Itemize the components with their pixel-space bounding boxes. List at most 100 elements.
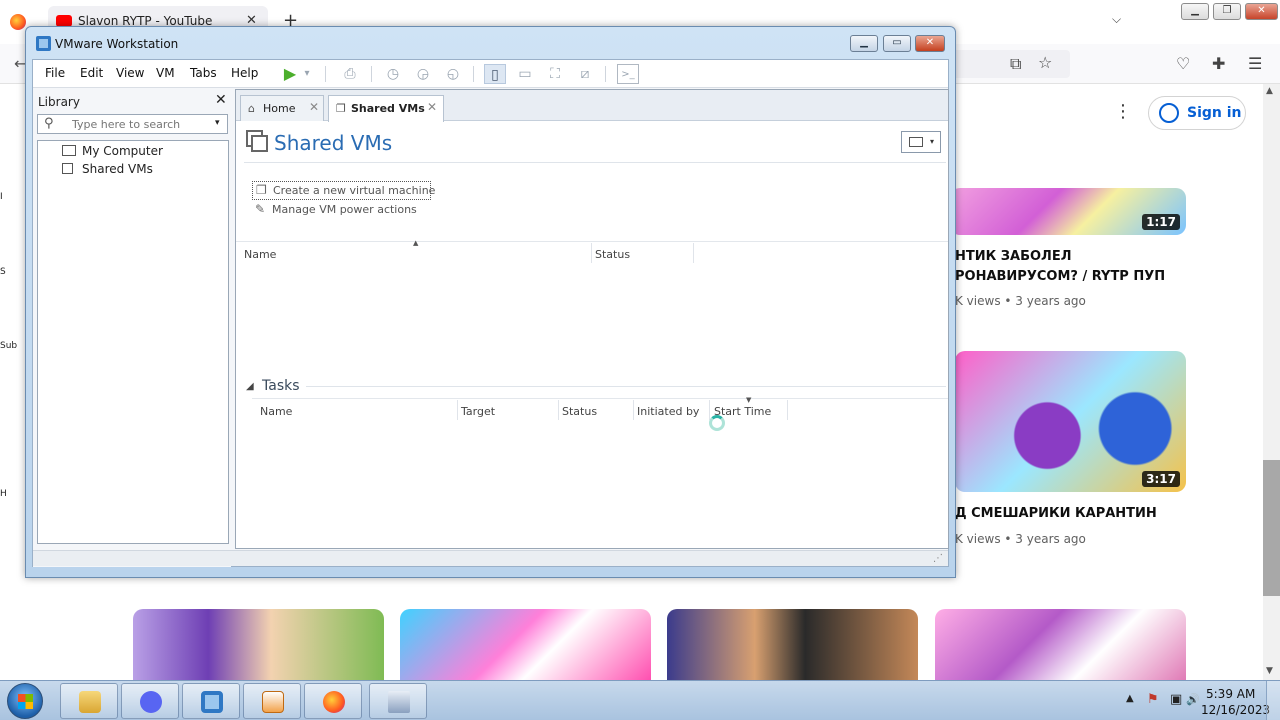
console-view-icon[interactable]: >_ <box>617 64 639 84</box>
video-thumbnail[interactable] <box>400 609 651 680</box>
manage-power-actions-link[interactable]: ✎ Manage VM power actions <box>252 201 431 220</box>
column-separator[interactable] <box>591 243 592 263</box>
chevron-down-icon: ▾ <box>930 137 935 146</box>
video-thumbnail[interactable]: 1:17 <box>950 188 1186 235</box>
pocket-icon[interactable]: ♡ <box>1176 54 1190 73</box>
menu-vm[interactable]: VM <box>156 66 175 80</box>
column-separator[interactable] <box>633 400 634 420</box>
page-scrollbar-thumb[interactable] <box>1263 460 1280 596</box>
tab-strip: ⌂ Home ✕ ❐ Shared VMs ✕ <box>236 90 948 122</box>
send-ctrl-alt-del-icon[interactable]: ⎙ <box>339 64 361 84</box>
power-on-icon[interactable]: ▶ <box>279 64 301 84</box>
network-icon[interactable]: ▣ <box>1170 693 1185 707</box>
task-col-status[interactable]: Status <box>562 405 597 418</box>
column-separator[interactable] <box>787 400 788 420</box>
menu-help[interactable]: Help <box>231 66 258 80</box>
menu-view[interactable]: View <box>116 66 144 80</box>
task-col-initiated-by[interactable]: Initiated by <box>637 405 699 418</box>
video-meta: K views • 3 years ago <box>955 532 1086 546</box>
minimize-button[interactable]: ▁ <box>850 35 878 52</box>
collapse-triangle-icon[interactable]: ◢ <box>246 381 254 392</box>
close-tab-icon[interactable]: ✕ <box>309 100 319 114</box>
library-search-input[interactable] <box>72 117 210 132</box>
taskbar-vmware[interactable] <box>182 683 240 719</box>
extensions-icon[interactable]: ✚ <box>1212 54 1225 73</box>
scroll-up-icon[interactable]: ▲ <box>1266 86 1273 96</box>
video-thumbnail[interactable]: 3:17 <box>955 351 1186 492</box>
tab-home[interactable]: ⌂ Home ✕ <box>240 95 324 121</box>
tab-shared-vms[interactable]: ❐ Shared VMs ✕ <box>328 95 444 122</box>
menu-hamburger-icon[interactable]: ☰ <box>1248 54 1262 73</box>
tasks-title: Tasks <box>262 378 300 394</box>
taskbar-media-player[interactable] <box>243 683 301 719</box>
url-bar[interactable]: ⧉ ☆ <box>950 50 1070 78</box>
task-col-start-time[interactable]: Start Time <box>714 405 771 418</box>
taskbar-discord[interactable] <box>121 683 179 719</box>
browser-minimize-button[interactable]: ▁ <box>1181 3 1209 20</box>
column-separator[interactable] <box>558 400 559 420</box>
menu-file[interactable]: File <box>45 66 65 80</box>
bookmark-star-icon[interactable]: ☆ <box>1038 53 1052 72</box>
firefox-icon[interactable] <box>10 14 26 30</box>
vm-col-status[interactable]: Status <box>595 248 630 261</box>
volume-icon[interactable]: 🔊 <box>1186 693 1201 707</box>
list-tabs-button[interactable]: ⌵ <box>1112 12 1121 27</box>
video-title[interactable]: РОНАВИРУСОМ? / RYTP ПУП <box>955 267 1165 287</box>
maximize-button[interactable]: ▭ <box>883 35 911 52</box>
scroll-down-icon[interactable]: ▼ <box>1266 666 1273 676</box>
clock-date[interactable]: 12/16/2023 <box>1201 703 1270 717</box>
video-title[interactable]: НТИК ЗАБОЛЕЛ <box>955 247 1072 267</box>
picture-in-picture-icon[interactable]: ⧉ <box>1010 54 1021 74</box>
close-button[interactable]: ✕ <box>915 35 945 52</box>
revert-snapshot-icon[interactable]: ◶ <box>412 64 434 84</box>
tree-item-label: Shared VMs <box>82 162 153 176</box>
new-vm-icon: ❐ <box>256 183 267 197</box>
video-thumbnail[interactable] <box>667 609 918 680</box>
resize-grip-icon[interactable]: ⋰ <box>933 553 943 564</box>
toolbar-separator <box>325 66 326 82</box>
taskbar-keyboard[interactable] <box>369 683 427 719</box>
video-thumbnail[interactable] <box>935 609 1186 680</box>
video-thumbnail[interactable] <box>133 609 384 680</box>
menu-tabs[interactable]: Tabs <box>190 66 217 80</box>
library-search-box[interactable]: ⚲ ▾ <box>37 114 228 134</box>
video-title[interactable]: Д СМЕШАРИКИ КАРАНТИН <box>955 504 1157 524</box>
close-library-icon[interactable]: ✕ <box>215 92 227 108</box>
taskbar-explorer[interactable] <box>60 683 118 719</box>
task-col-target[interactable]: Target <box>461 405 495 418</box>
column-separator[interactable] <box>693 243 694 263</box>
toolbar-separator <box>605 66 606 82</box>
task-col-name[interactable]: Name <box>260 405 292 418</box>
view-mode-icon <box>909 137 923 147</box>
thumbnail-bar-icon[interactable]: ▭ <box>514 64 536 84</box>
wrench-icon: ✎ <box>255 202 266 216</box>
show-desktop-button[interactable] <box>1266 681 1280 720</box>
vm-col-name[interactable]: Name <box>244 248 276 261</box>
column-separator[interactable] <box>457 400 458 420</box>
menu-edit[interactable]: Edit <box>80 66 103 80</box>
search-dropdown-icon[interactable]: ▾ <box>215 118 220 128</box>
taskbar-firefox[interactable] <box>304 683 362 719</box>
show-library-icon[interactable]: ▯ <box>484 64 506 84</box>
browser-maximize-button[interactable]: ❐ <box>1213 3 1241 20</box>
sidebar-fragment: I <box>0 192 3 202</box>
view-mode-button[interactable]: ▾ <box>901 131 941 153</box>
more-options-icon[interactable]: ⋮ <box>1114 101 1132 122</box>
snapshot-manager-icon[interactable]: ◵ <box>442 64 464 84</box>
action-label: Create a new virtual machine <box>273 184 436 197</box>
clock-time[interactable]: 5:39 AM <box>1206 687 1255 701</box>
create-vm-link[interactable]: ❐ Create a new virtual machine <box>252 181 435 200</box>
start-button[interactable] <box>7 683 43 719</box>
take-snapshot-icon[interactable]: ◷ <box>382 64 404 84</box>
action-center-flag-icon[interactable]: ⚑ <box>1147 693 1162 707</box>
vmware-title-bar[interactable]: VMware Workstation ▁ ▭ ✕ <box>26 27 955 59</box>
power-dropdown-icon[interactable]: ▾ <box>301 64 313 84</box>
sign-in-button[interactable]: Sign in <box>1148 96 1246 130</box>
sign-in-label: Sign in <box>1187 105 1242 121</box>
full-screen-icon[interactable]: ⛶ <box>544 64 566 84</box>
show-hidden-icons-button[interactable]: ▲ <box>1126 693 1134 704</box>
vm-grid-border <box>236 241 948 242</box>
close-tab-icon[interactable]: ✕ <box>427 100 437 114</box>
browser-close-button[interactable]: ✕ <box>1245 3 1278 20</box>
unity-icon[interactable]: ⧄ <box>574 64 596 84</box>
